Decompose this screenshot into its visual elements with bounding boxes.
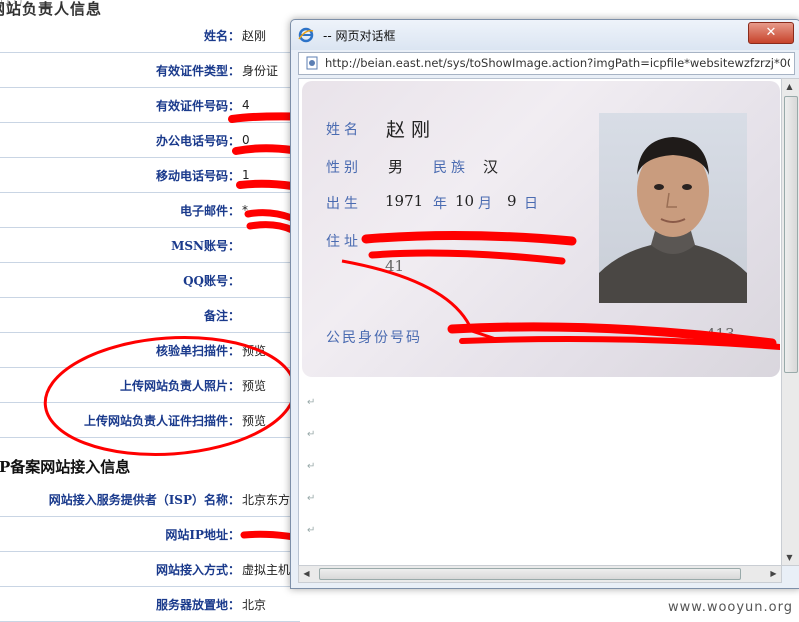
row-label: 网站接入服务提供者（ISP）名称：: [0, 482, 242, 517]
address-url: http://beian.east.net/sys/toShowImage.ac…: [325, 56, 790, 70]
para-mark: ↵: [307, 525, 316, 536]
info-row: QQ账号：: [0, 262, 300, 298]
owner-info-table: 姓名： 赵刚 有效证件类型： 身份证 有效证件号码： 4 办公电话号码： 0 移动电话号码： 1 电…: [0, 18, 300, 438]
info-row: MSN账号：: [0, 227, 300, 263]
info-row: 姓名： 赵刚: [0, 18, 300, 53]
top-section-title: 网站负责人信息: [0, 0, 103, 18]
isp-info-table: 网站接入服务提供者（ISP）名称： 北京东方 网站IP地址： 网站接入方式： 虚拟主机服…: [0, 482, 300, 622]
info-row: 上传网站负责人照片： 预览: [0, 367, 300, 403]
row-label: 上传网站负责人证件扫描件：: [0, 402, 242, 438]
para-mark: ↵: [307, 493, 316, 504]
row-label: 网站IP地址：: [0, 516, 242, 552]
dialog-titlebar[interactable]: -- 网页对话框 ✕: [291, 20, 799, 50]
info-row: 服务器放置地： 北京: [0, 586, 300, 622]
info-row: 网站接入方式： 虚拟主机: [0, 551, 300, 587]
address-bar[interactable]: http://beian.east.net/sys/toShowImage.ac…: [298, 52, 795, 75]
scroll-left-icon[interactable]: ◀: [299, 566, 314, 581]
vertical-scroll-thumb[interactable]: [784, 96, 798, 373]
info-row: 网站接入服务提供者（ISP）名称： 北京东方: [0, 482, 300, 517]
scroll-up-icon[interactable]: ▲: [782, 79, 797, 94]
info-row: 有效证件号码： 4: [0, 87, 300, 123]
row-label: 姓名：: [0, 18, 242, 53]
info-row: 电子邮件： *: [0, 192, 300, 228]
row-label: 有效证件类型：: [0, 52, 242, 88]
row-label: 核验单扫描件：: [0, 332, 242, 368]
horizontal-scroll-thumb[interactable]: [319, 568, 741, 580]
ie-icon: [298, 27, 314, 43]
row-label: 电子邮件：: [0, 192, 242, 228]
info-row: 有效证件类型： 身份证: [0, 52, 300, 88]
page-icon: [306, 56, 318, 70]
web-dialog-window[interactable]: -- 网页对话框 ✕ http://beian.east.net/sys/toS…: [290, 19, 799, 589]
card-redactions: [341, 230, 780, 350]
isp-section-heading: IP备案网站接入信息: [0, 458, 131, 476]
para-mark: ↵: [307, 461, 316, 472]
row-label: 移动电话号码：: [0, 157, 242, 193]
row-label: QQ账号：: [0, 262, 242, 298]
info-row: 备注：: [0, 297, 300, 333]
info-row: 网站IP地址：: [0, 516, 300, 552]
row-label: 上传网站负责人照片：: [0, 367, 242, 403]
row-label: 有效证件号码：: [0, 87, 242, 123]
info-row: 上传网站负责人证件扫描件： 预览: [0, 402, 300, 438]
watermark: www.wooyun.org: [667, 600, 793, 615]
scroll-right-icon[interactable]: ▶: [766, 566, 781, 581]
row-label: MSN账号：: [0, 227, 242, 263]
row-label: 办公电话号码：: [0, 122, 242, 158]
id-card-image: 姓名 赵刚 性别 男 民族 汉 出生 1971 年 10 月 9 日 住址 41…: [302, 81, 780, 377]
scroll-down-icon[interactable]: ▼: [782, 550, 797, 565]
para-mark: ↵: [307, 429, 316, 440]
vertical-scrollbar[interactable]: ▲ ▼: [781, 78, 799, 566]
dialog-title: -- 网页对话框: [323, 29, 396, 43]
info-row: 移动电话号码： 1: [0, 157, 300, 193]
info-row: 办公电话号码： 0: [0, 122, 300, 158]
info-row: 核验单扫描件： 预览: [0, 332, 300, 368]
row-label: 备注：: [0, 297, 242, 333]
row-value: 北京: [242, 586, 300, 622]
row-label: 服务器放置地：: [0, 586, 242, 622]
dialog-content: 姓名 赵刚 性别 男 民族 汉 出生 1971 年 10 月 9 日 住址 41…: [298, 78, 782, 566]
horizontal-scrollbar[interactable]: ◀ ▶: [298, 565, 782, 583]
para-mark: ↵: [307, 397, 316, 408]
close-button[interactable]: ✕: [748, 22, 794, 44]
row-label: 网站接入方式：: [0, 551, 242, 587]
